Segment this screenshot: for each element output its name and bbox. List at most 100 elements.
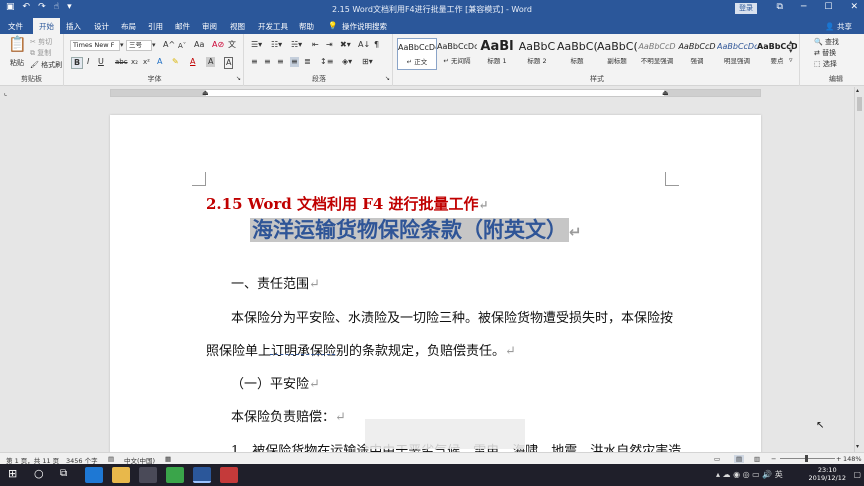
macro-record-icon[interactable]: ▦ <box>165 455 171 463</box>
highlight-icon[interactable]: ✎ <box>172 57 179 67</box>
maximize-icon[interactable]: ☐ <box>824 2 832 12</box>
scroll-thumb[interactable] <box>857 97 862 111</box>
bullets-icon[interactable]: ☰▾ <box>251 40 262 50</box>
align-center-icon[interactable]: ≡ <box>264 57 271 67</box>
text-effects-icon[interactable]: A <box>157 57 162 67</box>
read-mode-icon[interactable]: ▭ <box>714 455 720 463</box>
doc-title[interactable]: 海洋运输货物保险条款（附英文） ↵ <box>250 214 582 244</box>
paragraph-dialog-launcher-icon[interactable]: ↘ <box>385 74 390 84</box>
style-subtitle[interactable]: AaBbC(副标题 <box>597 38 637 70</box>
recorder-icon[interactable] <box>220 467 238 483</box>
tab-help[interactable]: 帮助 <box>299 21 314 32</box>
tab-design[interactable]: 设计 <box>94 21 109 32</box>
chinese-layout-icon[interactable]: ✖▾ <box>340 40 351 50</box>
right-indent-marker-icon[interactable]: ⏏ <box>662 90 670 96</box>
doc-line-3[interactable]: 照保险单上订明承保险别的条款规定，负赔偿责任。↵ <box>206 340 516 359</box>
style-no-spacing[interactable]: AaBbCcDc ↵ 无间隔 <box>437 38 477 70</box>
tab-selector-icon[interactable]: ⌞ <box>4 88 7 98</box>
shrink-font-icon[interactable]: Aˇ <box>178 41 186 51</box>
font-dialog-launcher-icon[interactable]: ↘ <box>236 74 241 84</box>
print-layout-icon[interactable]: ▤ <box>734 455 745 463</box>
signin-button[interactable]: 登录 <box>735 3 757 14</box>
doc-heading[interactable]: 2.15 Word 文档利用 F4 进行批量工作↵ <box>206 193 489 214</box>
subscript-icon[interactable]: x₂ <box>131 57 138 67</box>
style-heading-1[interactable]: AaBl 标题 1 <box>477 38 517 70</box>
line-spacing-icon[interactable]: ↕≡ <box>320 57 333 67</box>
style-title[interactable]: AaBbC(标题 <box>557 38 597 70</box>
windows-start-icon[interactable]: ⊞ <box>8 468 17 479</box>
font-name-chevron-icon[interactable]: ▾ <box>120 40 124 50</box>
style-emphasis[interactable]: AaBbCcD 强调 <box>677 38 717 70</box>
style-heading-2[interactable]: AaBbC 标题 2 <box>517 38 557 70</box>
taskbar-clock[interactable]: 23:10 2019/12/12 <box>809 466 846 482</box>
underline-icon[interactable]: U <box>98 57 104 67</box>
search-icon[interactable]: ○ <box>34 468 44 479</box>
zoom-in-icon[interactable]: + <box>836 455 841 463</box>
align-right-icon[interactable]: ≡ <box>277 57 284 67</box>
scroll-down-icon[interactable]: ▾ <box>856 442 859 452</box>
minimize-icon[interactable]: ─ <box>801 2 806 12</box>
font-name-select[interactable]: Times New F <box>70 40 120 51</box>
copy-button[interactable]: ⧉ 复制 <box>30 48 51 58</box>
web-layout-icon[interactable]: ▥ <box>754 455 760 463</box>
tab-layout[interactable]: 布局 <box>121 21 136 32</box>
styles-scroll-icon[interactable]: ▴ ▾ ▿ <box>789 38 793 65</box>
doc-line-5[interactable]: 本保险负责赔偿：↵ <box>231 406 346 425</box>
clear-format-icon[interactable]: A⊘ <box>212 40 224 50</box>
close-icon[interactable]: ✕ <box>850 2 858 12</box>
bold-icon[interactable]: B <box>71 57 84 69</box>
paste-icon[interactable]: 📋 <box>8 37 27 52</box>
doc-line-4[interactable]: （一）平安险↵ <box>231 373 320 392</box>
style-normal[interactable]: AaBbCcDc ↵ 正文 <box>397 38 437 70</box>
app-icon[interactable] <box>139 467 157 483</box>
tab-references[interactable]: 引用 <box>148 21 163 32</box>
horizontal-ruler[interactable]: ⏏ ⏏ <box>110 89 761 97</box>
replace-button[interactable]: ⇄ 替换 <box>814 48 836 58</box>
document-page[interactable]: 2.15 Word 文档利用 F4 进行批量工作↵ 海洋运输货物保险条款（附英文… <box>110 115 761 452</box>
italic-icon[interactable]: I <box>87 57 89 67</box>
zoom-level[interactable]: 148% <box>843 455 862 463</box>
tell-me-search[interactable]: 操作说明搜索 <box>342 21 387 32</box>
scroll-up-icon[interactable]: ▴ <box>856 86 859 96</box>
tab-developer[interactable]: 开发工具 <box>258 21 288 32</box>
style-subtle-emphasis[interactable]: AaBbCcD 不明显强调 <box>637 38 677 70</box>
increase-indent-icon[interactable]: ⇥ <box>326 40 333 50</box>
decrease-indent-icon[interactable]: ⇤ <box>312 40 319 50</box>
tab-mailings[interactable]: 邮件 <box>175 21 190 32</box>
char-shading-icon[interactable]: A <box>206 57 216 67</box>
phonetic-guide-icon[interactable]: 文 <box>228 40 236 50</box>
find-button[interactable]: 🔍 查找 <box>814 37 839 47</box>
change-case-icon[interactable]: Aa <box>194 40 204 50</box>
tab-insert[interactable]: 插入 <box>66 21 81 32</box>
grow-font-icon[interactable]: A^ <box>163 40 175 50</box>
strikethrough-icon[interactable]: abc <box>115 57 128 67</box>
select-button[interactable]: ⬚ 选择 <box>814 59 837 69</box>
font-color-icon[interactable]: A <box>190 57 195 67</box>
zoom-out-icon[interactable]: − <box>771 455 776 463</box>
file-explorer-icon[interactable] <box>112 467 130 483</box>
multilevel-list-icon[interactable]: ☵▾ <box>291 40 302 50</box>
style-intense-emphasis[interactable]: AaBbCcDc 明显强调 <box>717 38 757 70</box>
notification-icon[interactable]: ▢ <box>853 470 861 480</box>
numbering-icon[interactable]: ☷▾ <box>271 40 282 50</box>
share-button[interactable]: 👤 共享 <box>825 21 852 32</box>
font-size-select[interactable]: 三号 <box>126 40 152 51</box>
format-painter-button[interactable]: 🖌 格式刷 <box>30 60 62 70</box>
doc-line-1[interactable]: 一、责任范围↵ <box>231 273 320 292</box>
vertical-scrollbar[interactable]: ▴ ▾ <box>854 87 864 452</box>
proofing-icon[interactable]: ▤ <box>108 455 114 463</box>
tab-view[interactable]: 视图 <box>230 21 245 32</box>
document-area[interactable]: 2.15 Word 文档利用 F4 进行批量工作↵ 海洋运输货物保险条款（附英文… <box>0 99 854 452</box>
distributed-icon[interactable]: ≣ <box>304 57 311 67</box>
paste-label[interactable]: 粘贴 <box>10 58 24 68</box>
borders-icon[interactable]: ⊞▾ <box>362 57 373 67</box>
word-taskbar-icon[interactable] <box>193 467 211 483</box>
justify-icon[interactable]: ≡ <box>290 57 299 67</box>
tray-icons[interactable]: ▴ ☁ ◉ ◎ ▭ 🔊 英 <box>716 470 783 480</box>
show-marks-icon[interactable]: ¶ <box>374 40 379 50</box>
shading-icon[interactable]: ◈▾ <box>342 57 352 67</box>
cut-button[interactable]: ✂ 剪切 <box>30 37 52 47</box>
align-left-icon[interactable]: ≡ <box>251 57 258 67</box>
task-view-icon[interactable]: ⧉ <box>60 469 67 479</box>
ribbon-display-icon[interactable]: ⧉ <box>777 2 783 12</box>
